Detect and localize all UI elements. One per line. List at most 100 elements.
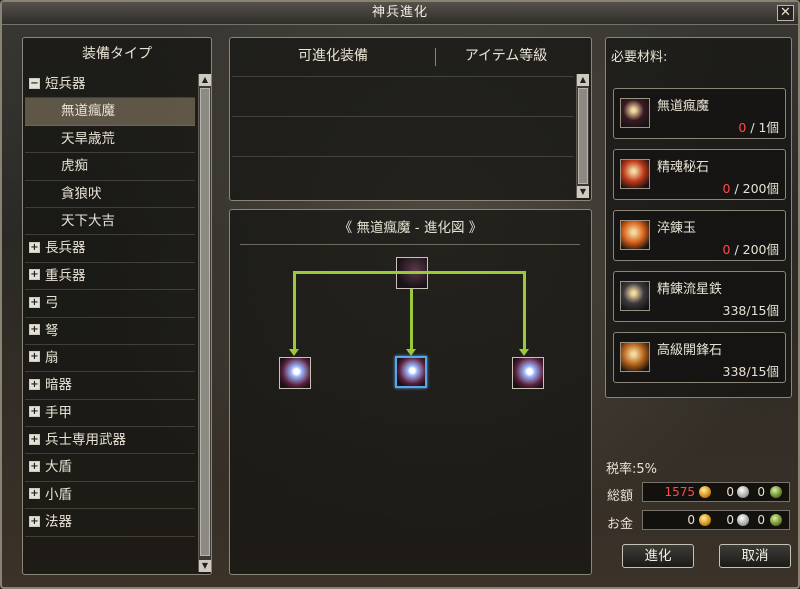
tree-scrollbar[interactable]: ▲ ▼ bbox=[198, 74, 211, 572]
money-field: 0 0 0 bbox=[642, 510, 790, 530]
money-gold-value: 0 bbox=[687, 513, 695, 527]
expand-icon[interactable]: + bbox=[29, 488, 40, 500]
scroll-up-icon[interactable]: ▲ bbox=[577, 74, 589, 86]
cancel-button[interactable]: 取消 bbox=[719, 544, 791, 568]
tree-category[interactable]: + 小盾 bbox=[25, 482, 195, 510]
material-owned: 338 bbox=[722, 364, 747, 379]
tree-category[interactable]: + 法器 bbox=[25, 509, 195, 537]
money-copper-value: 0 bbox=[757, 513, 765, 527]
red-stone-icon bbox=[620, 159, 650, 189]
tree-item-label: 無道瘋魔 bbox=[61, 103, 115, 120]
total-gold-value: 1575 bbox=[664, 485, 695, 499]
connector-line bbox=[523, 271, 526, 351]
expand-icon[interactable]: + bbox=[29, 378, 40, 390]
tree-category[interactable]: + 暗器 bbox=[25, 372, 195, 400]
title-bar[interactable]: 神兵進化 bbox=[2, 2, 798, 25]
gold-coin-icon bbox=[699, 486, 711, 498]
material-card[interactable]: 精錬流星鉄 338/15個 bbox=[613, 271, 786, 322]
material-name: 淬錬玉 bbox=[657, 221, 697, 236]
expand-icon[interactable]: + bbox=[29, 296, 40, 308]
close-button[interactable]: ✕ bbox=[777, 5, 794, 21]
tree-item[interactable]: 虎痴 bbox=[25, 153, 195, 181]
required-materials-label: 必要材料: bbox=[611, 50, 668, 65]
tax-rate: 税率:5% bbox=[606, 462, 658, 477]
tree-category[interactable]: + 長兵器 bbox=[25, 235, 195, 263]
tree-item-label: 貪狼吠 bbox=[61, 185, 102, 202]
tree-category[interactable]: + 弩 bbox=[25, 318, 195, 345]
equipment-type-header: 装備タイプ bbox=[82, 46, 152, 62]
material-name: 精錬流星鉄 bbox=[657, 282, 723, 297]
tree-category[interactable]: + 扇 bbox=[25, 345, 195, 373]
tree-item-label: 扇 bbox=[45, 349, 59, 366]
total-amount-field: 1575 0 0 bbox=[642, 482, 790, 502]
arrow-icon bbox=[406, 349, 416, 356]
silver-coin-icon bbox=[737, 486, 749, 498]
connector-line bbox=[293, 271, 296, 351]
tree-item-label: 重兵器 bbox=[45, 267, 86, 284]
scroll-down-icon[interactable]: ▼ bbox=[199, 560, 211, 572]
expand-icon[interactable]: + bbox=[29, 269, 40, 281]
expand-icon[interactable]: + bbox=[29, 406, 40, 418]
column-item-grade[interactable]: アイテム等級 bbox=[436, 38, 576, 74]
material-owned: 338 bbox=[722, 303, 747, 318]
evolve-button[interactable]: 進化 bbox=[622, 544, 694, 568]
glowing-sword-icon[interactable] bbox=[395, 356, 427, 388]
connector-line bbox=[410, 289, 413, 351]
tree-item[interactable]: 天下大吉 bbox=[25, 208, 195, 236]
scroll-thumb[interactable] bbox=[578, 88, 588, 184]
sword-icon bbox=[620, 98, 650, 128]
scroll-up-icon[interactable]: ▲ bbox=[199, 74, 211, 86]
table-row bbox=[232, 156, 574, 157]
tree-item-label: 短兵器 bbox=[45, 76, 86, 92]
equipment-type-list: − 短兵器 無道瘋魔 天旱歳荒 虎痴 貪狼吠 天下大吉 + 長兵器 + 重兵器 + 弓 + 弩 + 扇 + 暗器 + 手… bbox=[25, 71, 195, 537]
tree-item-label: 大盾 bbox=[45, 459, 72, 476]
tree-item-label: 弓 bbox=[45, 295, 59, 312]
material-card[interactable]: 無道瘋魔 0 / 1個 bbox=[613, 88, 786, 139]
tree-item-label: 天旱歳荒 bbox=[61, 130, 115, 147]
material-card[interactable]: 精魂秘石 0 / 200個 bbox=[613, 149, 786, 200]
material-count: 0 / 200個 bbox=[723, 178, 779, 197]
column-evolvable-equipment[interactable]: 可進化装備 bbox=[230, 38, 436, 74]
expand-icon[interactable]: + bbox=[29, 433, 40, 445]
material-required: / 200個 bbox=[730, 242, 779, 257]
tree-item[interactable]: 無道瘋魔 bbox=[25, 98, 195, 126]
tree-category[interactable]: + 手甲 bbox=[25, 400, 195, 428]
equipment-type-panel: 装備タイプ − 短兵器 無道瘋魔 天旱歳荒 虎痴 貪狼吠 天下大吉 + 長兵器 + 重兵器 + 弓 + 弩 +… bbox=[22, 37, 212, 575]
whetstone-icon bbox=[620, 342, 650, 372]
tree-item-label: 天下大吉 bbox=[61, 212, 115, 229]
expand-icon[interactable]: + bbox=[29, 241, 40, 253]
tree-item-label: 弩 bbox=[45, 322, 59, 339]
expand-icon[interactable]: + bbox=[29, 460, 40, 472]
total-label: 総額 bbox=[607, 489, 634, 504]
collapse-icon[interactable]: − bbox=[29, 77, 40, 89]
material-name: 無道瘋魔 bbox=[657, 99, 710, 114]
expand-icon[interactable]: + bbox=[29, 515, 40, 527]
tree-item[interactable]: 天旱歳荒 bbox=[25, 126, 195, 154]
orange-orb-icon bbox=[620, 220, 650, 250]
scroll-down-icon[interactable]: ▼ bbox=[577, 186, 589, 198]
tree-item-label: 法器 bbox=[45, 514, 72, 531]
glowing-sword-icon[interactable] bbox=[512, 357, 544, 389]
material-count: 338/15個 bbox=[723, 361, 779, 380]
scroll-thumb[interactable] bbox=[200, 88, 210, 556]
connector-line bbox=[293, 271, 525, 274]
tree-category[interactable]: + 大盾 bbox=[25, 454, 195, 482]
tree-category[interactable]: − 短兵器 bbox=[25, 71, 195, 99]
evolution-chart-panel: 《 無道瘋魔 - 進化図 》 bbox=[229, 209, 592, 575]
tree-category[interactable]: + 弓 bbox=[25, 290, 195, 318]
tree-item-label: 兵士専用武器 bbox=[45, 432, 126, 449]
tree-category[interactable]: + 兵士専用武器 bbox=[25, 427, 195, 455]
material-card[interactable]: 淬錬玉 0 / 200個 bbox=[613, 210, 786, 261]
evolution-window: 神兵進化 ✕ 装備タイプ − 短兵器 無道瘋魔 天旱歳荒 虎痴 貪狼吠 天下大吉 + 長兵器 + 重… bbox=[0, 0, 800, 589]
tree-category[interactable]: + 重兵器 bbox=[25, 263, 195, 291]
expand-icon[interactable]: + bbox=[29, 324, 40, 336]
equipment-scrollbar[interactable]: ▲ ▼ bbox=[576, 74, 589, 198]
evolution-chart-title: 《 無道瘋魔 - 進化図 》 bbox=[338, 220, 483, 236]
expand-icon[interactable]: + bbox=[29, 351, 40, 363]
total-copper-value: 0 bbox=[757, 485, 765, 499]
material-card[interactable]: 高級開鋒石 338/15個 bbox=[613, 332, 786, 383]
tree-item[interactable]: 貪狼吠 bbox=[25, 181, 195, 208]
tree-item-label: 虎痴 bbox=[61, 158, 88, 175]
glowing-sword-icon[interactable] bbox=[279, 357, 311, 389]
table-row bbox=[232, 76, 574, 77]
